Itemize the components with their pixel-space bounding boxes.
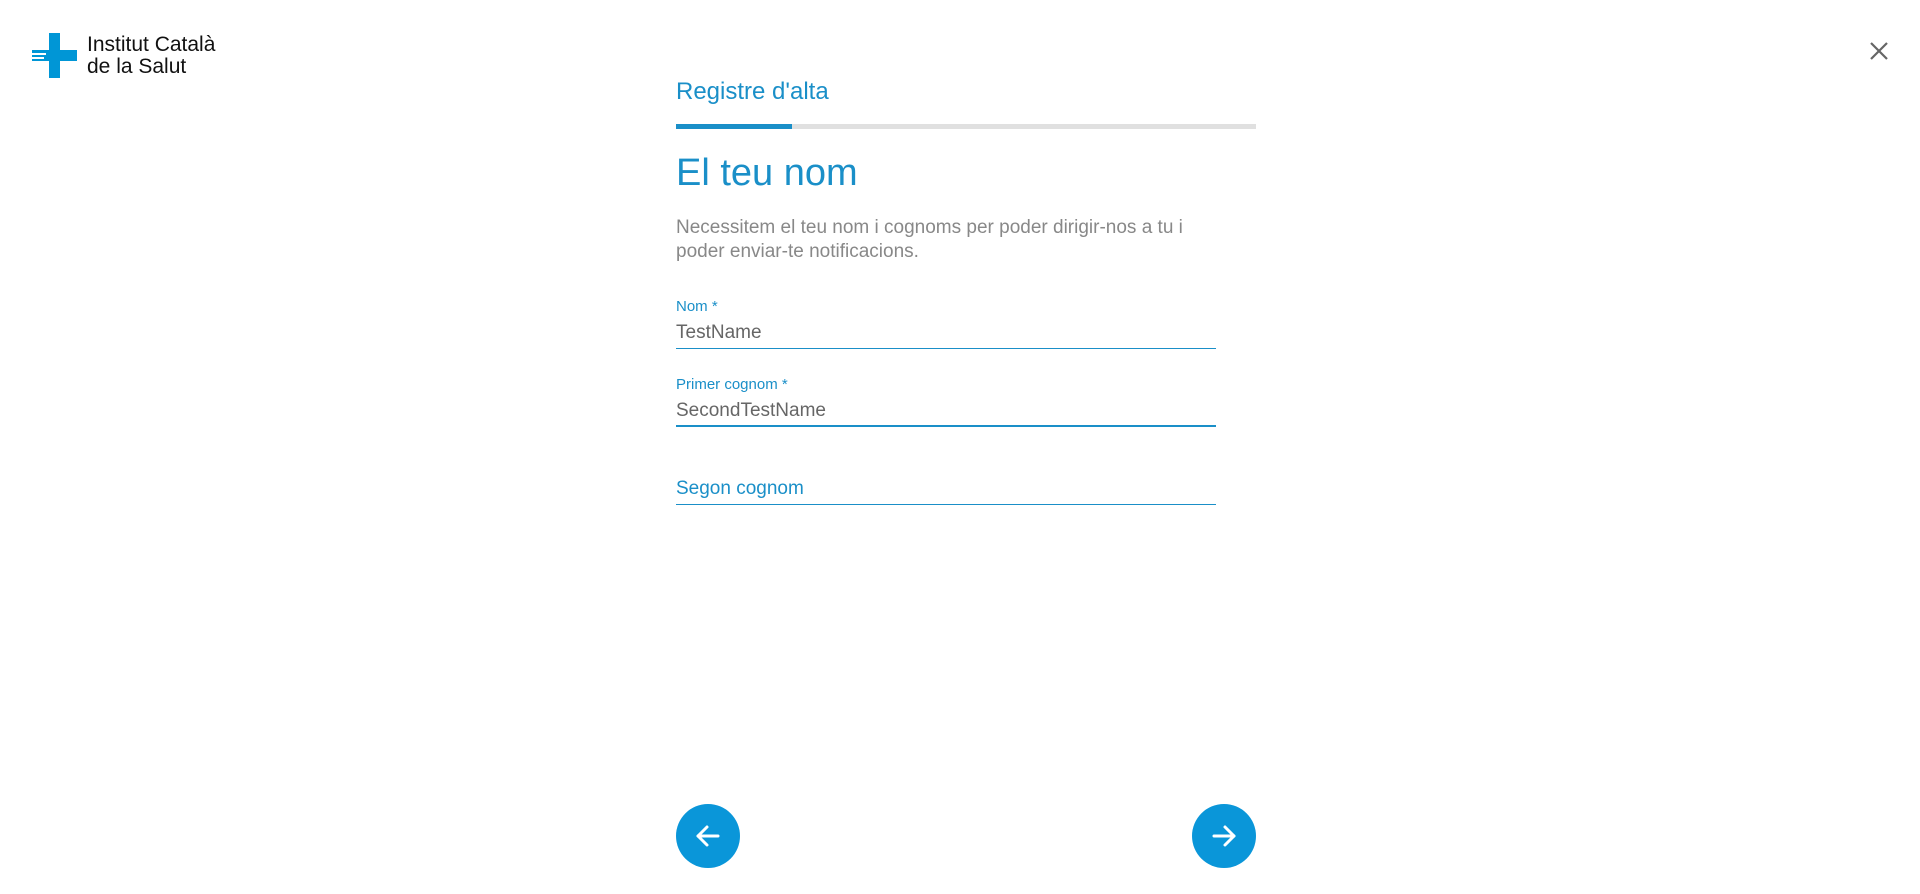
registration-page: Institut Català de la Salut Registre d'a… [0,0,1920,894]
first-name-underline [676,348,1216,349]
next-button[interactable] [1192,804,1256,868]
first-surname-underline [676,425,1216,427]
first-name-field: Nom * [676,298,1216,350]
close-button[interactable] [1866,38,1892,64]
logo-text-line2: de la Salut [87,54,187,78]
first-name-label: Nom * [676,298,718,315]
close-icon [1870,42,1888,60]
arrow-right-icon [1212,825,1236,847]
first-surname-label: Primer cognom * [676,376,788,393]
arrow-left-icon [696,825,720,847]
logo: Institut Català de la Salut [32,33,215,78]
second-surname-underline [676,504,1216,505]
first-name-input[interactable] [676,318,1216,348]
progress-bar-fill [676,124,792,129]
logo-text: Institut Català de la Salut [87,32,216,78]
step-title: El teu nom [676,152,858,194]
first-surname-field: Primer cognom * [676,376,1216,428]
back-button[interactable] [676,804,740,868]
registration-form-panel: Registre d'alta El teu nom Necessitem el… [676,76,1256,506]
progress-bar [676,124,1256,129]
logo-text-line1: Institut Català [87,32,216,56]
flow-title: Registre d'alta [676,78,829,105]
second-surname-field [676,454,1216,506]
first-surname-input[interactable] [676,396,1216,426]
step-description: Necessitem el teu nom i cognoms per pode… [676,217,1183,262]
second-surname-input[interactable] [676,474,1216,504]
health-cross-icon [32,33,77,78]
